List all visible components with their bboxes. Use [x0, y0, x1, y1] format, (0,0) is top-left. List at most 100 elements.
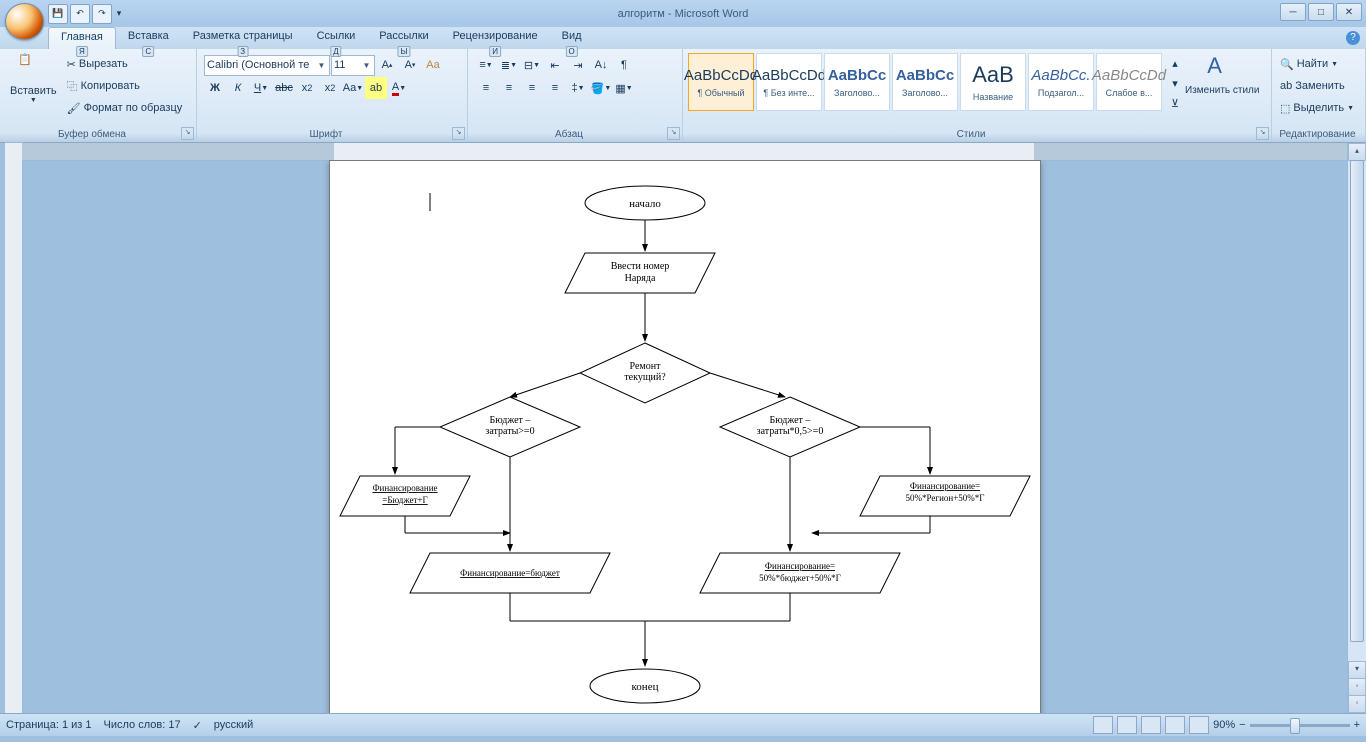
subscript-button[interactable]: x2: [296, 77, 318, 99]
document-page[interactable]: начало Ввести номер Наряда Ремонт текущи…: [329, 160, 1041, 713]
clipboard-launcher[interactable]: ↘: [181, 127, 194, 140]
sort-button[interactable]: A↓: [590, 54, 612, 76]
view-draft[interactable]: [1189, 716, 1209, 734]
indent-dec-button[interactable]: ⇤: [544, 54, 566, 76]
style-subtitle[interactable]: AaBbCc.Подзагол...: [1028, 53, 1094, 111]
view-web[interactable]: [1141, 716, 1161, 734]
tab-mailings[interactable]: РассылкиЫ: [367, 27, 440, 49]
tab-layout[interactable]: Разметка страницыЗ: [181, 27, 305, 49]
numbering-button[interactable]: ≣▼: [498, 54, 520, 76]
qat-more[interactable]: ▾: [114, 5, 124, 23]
find-icon: 🔍: [1280, 58, 1294, 71]
select-button[interactable]: ⬚Выделить▼: [1276, 97, 1361, 119]
style-heading1[interactable]: AaBbCcЗаголово...: [824, 53, 890, 111]
tab-home[interactable]: ГлавнаяЯ: [48, 27, 116, 49]
borders-button[interactable]: ▦▼: [613, 77, 635, 99]
view-fullscreen[interactable]: [1117, 716, 1137, 734]
qat-save[interactable]: 💾: [48, 4, 68, 24]
svg-text:Ввести номер: Ввести номер: [611, 261, 670, 272]
highlight-button[interactable]: ab: [365, 77, 387, 99]
view-outline[interactable]: [1165, 716, 1185, 734]
prev-page-button[interactable]: ◦: [1348, 678, 1366, 696]
status-words[interactable]: Число слов: 17: [104, 719, 181, 731]
replace-button[interactable]: abЗаменить: [1276, 75, 1361, 97]
style-normal[interactable]: AaBbCcDd¶ Обычный: [688, 53, 754, 111]
status-language[interactable]: русский: [214, 719, 253, 731]
multilevel-button[interactable]: ⊟▼: [521, 54, 543, 76]
superscript-button[interactable]: x2: [319, 77, 341, 99]
grow-font-button[interactable]: A▴: [376, 54, 398, 76]
clear-format-button[interactable]: Aa: [422, 54, 444, 76]
paragraph-launcher[interactable]: ↘: [667, 127, 680, 140]
help-button[interactable]: ?: [1346, 31, 1360, 45]
svg-text:Бюджет –: Бюджет –: [490, 415, 532, 426]
change-case-button[interactable]: Aa▼: [342, 77, 364, 99]
shading-button[interactable]: 🪣▼: [590, 77, 612, 99]
copy-button[interactable]: ⿻Копировать: [63, 75, 187, 97]
indent-inc-button[interactable]: ⇥: [567, 54, 589, 76]
qat-undo[interactable]: ↶: [70, 4, 90, 24]
zoom-out-button[interactable]: −: [1239, 719, 1245, 731]
svg-text:конец: конец: [632, 681, 659, 693]
vertical-scrollbar[interactable]: ▴ ▾ ◦ ◦: [1347, 143, 1366, 713]
brush-icon: 🖌: [67, 102, 81, 115]
group-font: Calibri (Основной те▼ 11▼ A▴ A▾ Aa Ж К Ч…: [197, 49, 468, 142]
svg-text:текущий?: текущий?: [624, 372, 666, 383]
zoom-in-button[interactable]: +: [1354, 719, 1360, 731]
format-painter-button[interactable]: 🖌Формат по образцу: [63, 97, 187, 119]
bold-button[interactable]: Ж: [204, 77, 226, 99]
svg-text:Финансирование=: Финансирование=: [765, 561, 835, 571]
status-page[interactable]: Страница: 1 из 1: [6, 719, 92, 731]
align-right-button[interactable]: ≡: [521, 77, 543, 99]
tab-insert[interactable]: ВставкаС: [116, 27, 181, 49]
qat-redo[interactable]: ↷: [92, 4, 112, 24]
tab-references[interactable]: СсылкиД: [305, 27, 368, 49]
svg-text:Бюджет –: Бюджет –: [770, 415, 812, 426]
font-launcher[interactable]: ↘: [452, 127, 465, 140]
zoom-thumb[interactable]: [1290, 718, 1300, 734]
bullets-button[interactable]: ≡▼: [475, 54, 497, 76]
horizontal-ruler[interactable]: [22, 143, 1348, 161]
svg-text:Ремонт: Ремонт: [630, 361, 662, 372]
font-size-combo[interactable]: 11▼: [331, 55, 375, 76]
style-title[interactable]: AaBНазвание: [960, 53, 1026, 111]
align-left-button[interactable]: ≡: [475, 77, 497, 99]
maximize-button[interactable]: □: [1308, 3, 1334, 21]
zoom-slider[interactable]: [1250, 724, 1350, 727]
group-paragraph: ≡▼ ≣▼ ⊟▼ ⇤ ⇥ A↓ ¶ ≡ ≡ ≡ ≡ ‡▼ 🪣▼ ▦▼ Абзац…: [468, 49, 683, 142]
cut-icon: ✂: [67, 58, 76, 71]
tab-view[interactable]: ВидО: [550, 27, 594, 49]
status-proof-icon[interactable]: ✓: [193, 719, 202, 732]
strike-button[interactable]: abc: [273, 77, 295, 99]
flowchart-diagram: начало Ввести номер Наряда Ремонт текущи…: [330, 161, 1040, 713]
line-spacing-button[interactable]: ‡▼: [567, 77, 589, 99]
shrink-font-button[interactable]: A▾: [399, 54, 421, 76]
svg-text:Наряда: Наряда: [625, 273, 656, 284]
view-print-layout[interactable]: [1093, 716, 1113, 734]
scroll-down-button[interactable]: ▾: [1348, 661, 1366, 679]
font-color-button[interactable]: A▼: [388, 77, 410, 99]
tab-review[interactable]: РецензированиеИ: [441, 27, 550, 49]
minimize-button[interactable]: ─: [1280, 3, 1306, 21]
group-clipboard: 📋 Вставить ▼ ✂Вырезать ⿻Копировать 🖌Форм…: [0, 49, 197, 142]
style-subtle[interactable]: AaBbCcDdСлабое в...: [1096, 53, 1162, 111]
scroll-thumb[interactable]: [1350, 160, 1364, 642]
show-marks-button[interactable]: ¶: [613, 54, 635, 76]
styles-launcher[interactable]: ↘: [1256, 127, 1269, 140]
italic-button[interactable]: К: [227, 77, 249, 99]
find-button[interactable]: 🔍Найти▼: [1276, 53, 1361, 75]
office-button[interactable]: [5, 3, 44, 40]
font-name-combo[interactable]: Calibri (Основной те▼: [204, 55, 330, 76]
title-bar: 💾 ↶ ↷ ▾ алгоритм - Microsoft Word ─ □ ✕: [0, 0, 1366, 27]
next-page-button[interactable]: ◦: [1348, 695, 1366, 713]
underline-button[interactable]: Ч▼: [250, 77, 272, 99]
vertical-ruler[interactable]: [5, 143, 23, 713]
align-justify-button[interactable]: ≡: [544, 77, 566, 99]
close-button[interactable]: ✕: [1336, 3, 1362, 21]
scroll-up-button[interactable]: ▴: [1348, 143, 1366, 161]
style-nospacing[interactable]: AaBbCcDd¶ Без инте...: [756, 53, 822, 111]
zoom-level[interactable]: 90%: [1213, 719, 1235, 731]
style-heading2[interactable]: AaBbCcЗаголово...: [892, 53, 958, 111]
ribbon: 📋 Вставить ▼ ✂Вырезать ⿻Копировать 🖌Форм…: [0, 49, 1366, 143]
align-center-button[interactable]: ≡: [498, 77, 520, 99]
